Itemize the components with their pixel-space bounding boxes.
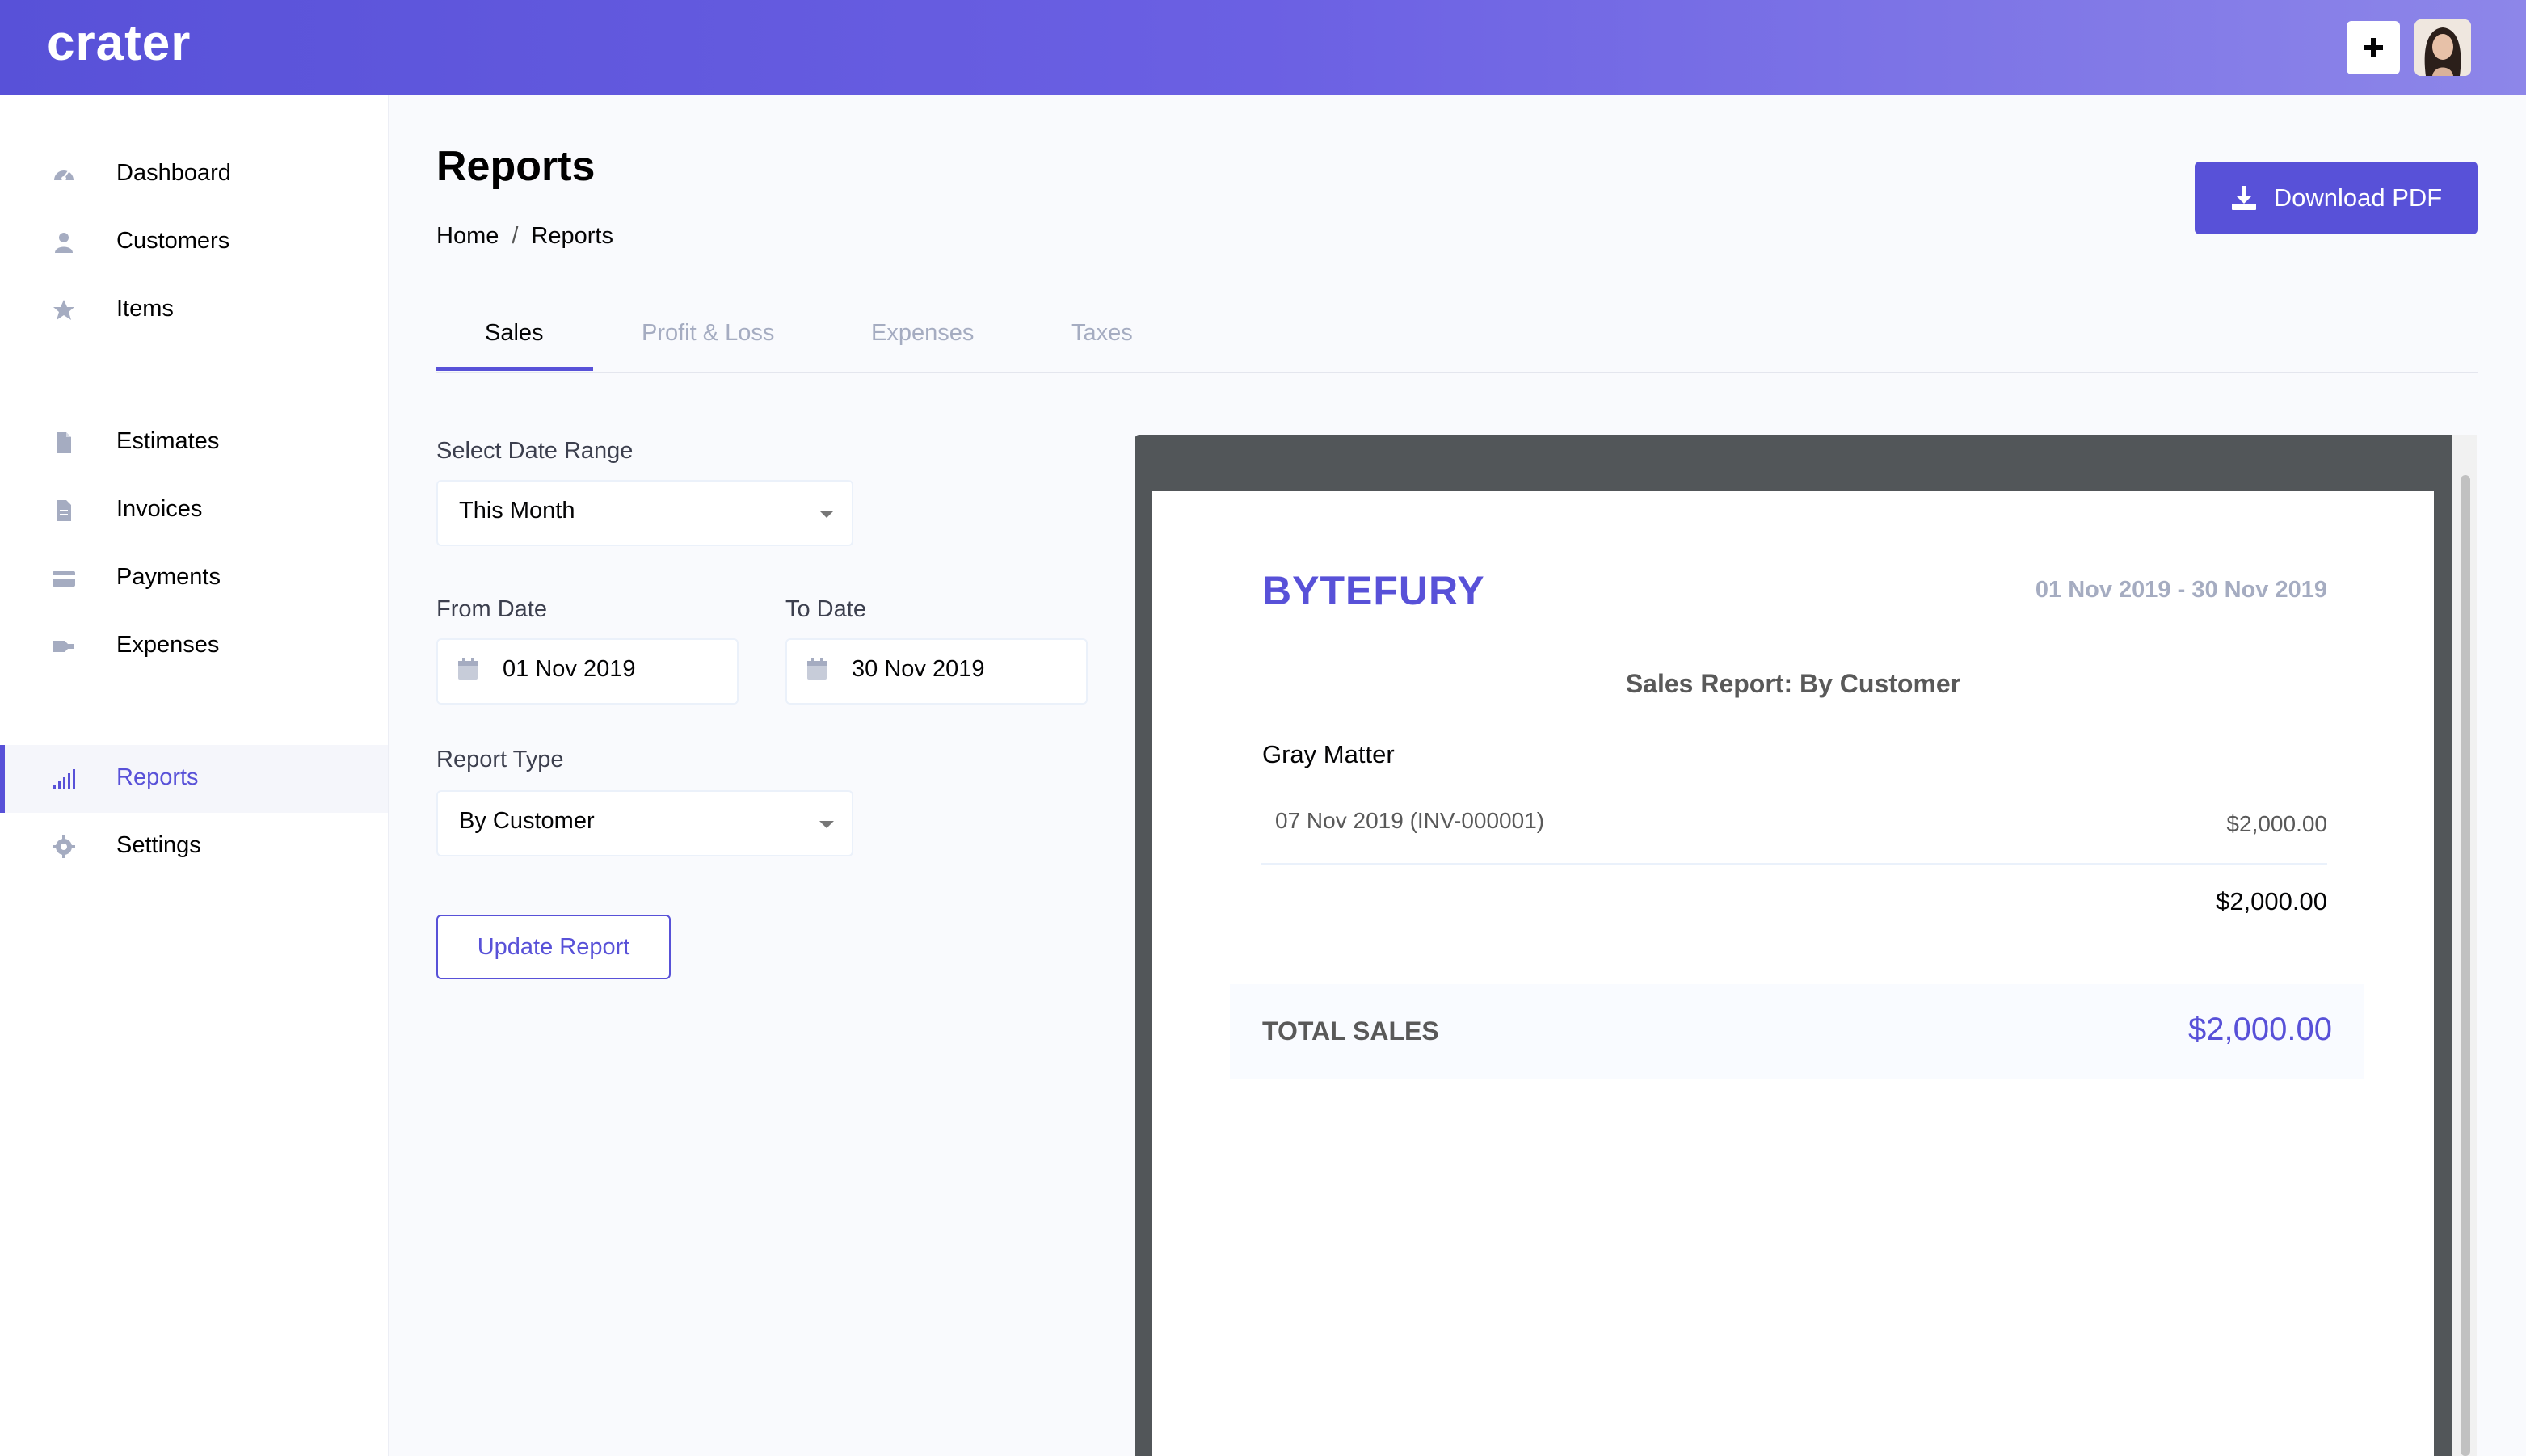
sidebar-item-label: Invoices [116,496,203,522]
sidebar-item-label: Settings [116,832,201,858]
key-icon [53,641,74,652]
update-report-button[interactable]: Update Report [436,915,671,979]
chevron-down-icon [819,821,834,828]
sidebar-item-label: Items [116,296,174,322]
sidebar-item-expenses[interactable]: Expenses [0,612,388,680]
from-date-value: 01 Nov 2019 [503,656,636,682]
plus-icon [2364,38,2383,57]
sidebar-item-label: Payments [116,564,221,590]
sidebar-item-items[interactable]: Items [0,276,388,344]
report-type-label: Report Type [436,747,564,772]
total-sales-box: TOTAL SALES $2,000.00 [1230,984,2364,1079]
file-icon [57,500,71,521]
pdf-preview[interactable]: BYTEFURY 01 Nov 2019 - 30 Nov 2019 Sales… [1135,435,2477,1456]
dashboard-icon [54,170,74,181]
page-title: Reports [436,143,596,190]
user-icon [55,233,73,253]
calendar-icon [807,658,827,680]
gear-icon [53,835,75,858]
breadcrumb: Home / Reports [436,223,613,250]
tab-taxes[interactable]: Taxes [1071,320,1133,347]
sidebar-item-label: Estimates [116,428,220,454]
user-avatar[interactable] [2414,19,2471,76]
scrollbar-thumb[interactable] [2461,475,2470,1456]
sidebar-item-estimates[interactable]: Estimates [0,409,388,477]
sidebar-item-reports[interactable]: Reports [0,745,388,813]
calendar-icon [458,658,478,680]
invoice-line: 07 Nov 2019 (INV-000001) [1275,808,1545,833]
add-new-button[interactable] [2347,21,2400,74]
download-icon [2231,186,2256,210]
download-pdf-label: Download PDF [2273,183,2443,212]
app-logo[interactable]: crater [47,15,191,72]
sidebar-item-dashboard[interactable]: Dashboard [0,141,388,208]
to-date-input[interactable]: 30 Nov 2019 [785,638,1088,705]
report-type-select[interactable]: By Customer [436,790,853,856]
from-date-input[interactable]: 01 Nov 2019 [436,638,739,705]
total-sales-label: TOTAL SALES [1262,1016,1439,1046]
to-date-value: 30 Nov 2019 [852,656,985,682]
sidebar-item-label: Dashboard [116,160,231,186]
report-tabs: Sales Profit & Loss Expenses Taxes [436,302,2478,373]
avatar-icon [2414,19,2471,76]
sidebar: Dashboard Customers Items Estimates Invo… [0,95,389,1456]
date-range-value: This Month [459,498,575,524]
sidebar-item-payments[interactable]: Payments [0,545,388,612]
sidebar-item-label: Reports [116,764,199,790]
top-header: crater [0,0,2526,95]
customer-subtotal: $2,000.00 [2216,887,2327,915]
tab-expenses[interactable]: Expenses [871,320,974,347]
tab-profit-loss[interactable]: Profit & Loss [642,320,774,347]
from-date-label: From Date [436,596,547,622]
date-range-label: Select Date Range [436,438,634,464]
customer-name: Gray Matter [1262,740,1395,768]
sidebar-item-invoices[interactable]: Invoices [0,477,388,545]
date-range-select[interactable]: This Month [436,480,853,546]
download-pdf-button[interactable]: Download PDF [2195,162,2478,234]
breadcrumb-separator: / [512,223,519,249]
report-paper: BYTEFURY 01 Nov 2019 - 30 Nov 2019 Sales… [1152,491,2434,1456]
invoice-amount: $2,000.00 [2226,811,2327,836]
total-sales-value: $2,000.00 [2188,1012,2332,1047]
preview-scrollbar[interactable] [2452,435,2477,1456]
to-date-label: To Date [785,596,866,622]
document-icon [57,432,71,453]
sidebar-item-label: Expenses [116,632,220,658]
chevron-down-icon [819,511,834,518]
active-tab-indicator [436,367,593,371]
signal-icon [53,769,75,789]
breadcrumb-home-link[interactable]: Home [436,223,499,249]
report-title: Sales Report: By Customer [1625,669,1961,698]
company-name: BYTEFURY [1262,568,1485,613]
tab-sales[interactable]: Sales [485,320,544,347]
report-type-value: By Customer [459,808,595,834]
star-icon [53,300,74,320]
credit-card-icon [53,571,75,587]
sidebar-item-label: Customers [116,228,230,254]
sidebar-item-settings[interactable]: Settings [0,813,388,881]
divider [1261,863,2327,865]
report-date-range: 01 Nov 2019 - 30 Nov 2019 [2035,577,2327,603]
sidebar-item-customers[interactable]: Customers [0,208,388,276]
breadcrumb-current[interactable]: Reports [531,223,613,249]
